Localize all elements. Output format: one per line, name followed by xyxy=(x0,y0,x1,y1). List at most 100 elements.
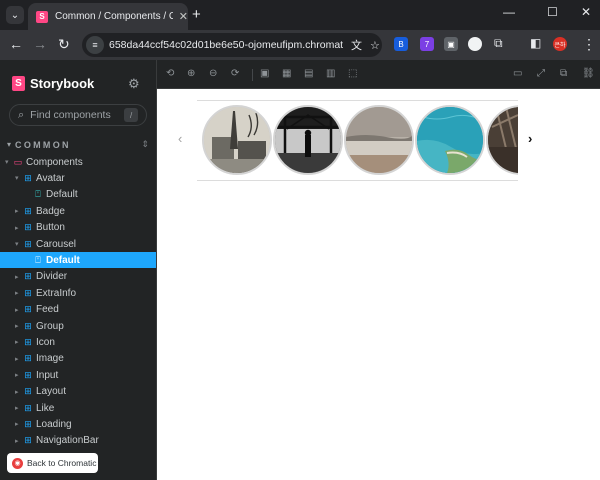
tree-component-item[interactable]: ▸ ⊞ Like xyxy=(0,400,156,416)
tree-item-label: Components xyxy=(26,156,83,168)
tree-item-label: NavigationBar xyxy=(36,435,99,447)
site-info-icon[interactable]: ≡ xyxy=(86,36,104,54)
story-bookmark-icon: ⍞ xyxy=(35,254,41,265)
tree-item-label: Carousel xyxy=(36,238,77,250)
close-window-button[interactable]: ✕ xyxy=(581,5,591,19)
search-box[interactable]: ⌕ / xyxy=(9,104,147,126)
open-new-tab-icon[interactable]: ⧉ xyxy=(560,68,567,79)
bookmark-star-icon[interactable]: ☆ xyxy=(370,39,380,52)
zoom-reset-icon[interactable]: ⟳ xyxy=(231,68,239,79)
carousel-slide-beach[interactable] xyxy=(344,105,414,175)
more-menu-icon[interactable]: ⋮ xyxy=(582,36,596,53)
chevron-right-icon: ▸ xyxy=(15,208,19,216)
carousel-next-arrow-icon[interactable]: › xyxy=(528,131,532,146)
outline-icon[interactable]: ⬚ xyxy=(348,68,357,79)
carousel-slide-partial[interactable] xyxy=(486,105,518,175)
tree-component-item[interactable]: ▸ ⊞ Loading xyxy=(0,416,156,432)
coastal-aerial-image xyxy=(417,107,483,173)
carousel-slide-paris[interactable] xyxy=(202,105,272,175)
maximize-button[interactable]: ☐ xyxy=(547,5,558,19)
search-shortcut-key: / xyxy=(124,108,139,122)
reload-story-icon[interactable]: ⟲ xyxy=(166,68,174,79)
tree-component-item[interactable]: ▾ ⊞ Carousel xyxy=(0,236,156,252)
addons-panel-icon[interactable]: ▭ xyxy=(513,68,522,79)
forward-arrow-icon[interactable]: → xyxy=(33,36,47,52)
tree-component-item[interactable]: ▸ ⊞ Group xyxy=(0,318,156,334)
search-input[interactable] xyxy=(30,109,117,121)
fullscreen-icon[interactable]: ⤢ xyxy=(537,68,545,79)
grid-icon[interactable]: ▦ xyxy=(282,68,291,79)
carousel-slide-station[interactable] xyxy=(273,105,343,175)
chevron-right-icon: ▸ xyxy=(15,339,19,347)
close-tab-icon[interactable]: ✕ xyxy=(179,10,188,23)
chevron-right-icon: ▸ xyxy=(15,224,19,232)
expand-all-icon[interactable]: ⇕ xyxy=(141,139,149,150)
settings-gear-icon[interactable]: ⚙ xyxy=(128,76,140,92)
bitwarden-extension-icon[interactable]: B xyxy=(394,37,408,51)
extension-icon[interactable]: ▣ xyxy=(444,37,458,51)
tree-component-item[interactable]: ▸ ⊞ Image xyxy=(0,351,156,367)
tree-item-label: Loading xyxy=(36,418,72,430)
tree-item-label: Group xyxy=(36,320,64,332)
tree-component-item[interactable]: ▸ ⊞ Input xyxy=(0,367,156,383)
storybook-sidebar: S Storybook ⚙ ⌕ / ▾ COMMON ⇕ ▾▭Component… xyxy=(0,60,157,480)
tree-story-item[interactable]: ⍞ Default xyxy=(0,252,156,269)
tree-group-item[interactable]: ▾ ▭ Components xyxy=(0,154,156,170)
tree-component-item[interactable]: ▸ ⊞ Badge xyxy=(0,203,156,219)
profile-avatar-icon[interactable]: 은하 xyxy=(553,37,567,51)
back-to-chromatic-button[interactable]: ◉ Back to Chromatic xyxy=(7,453,98,473)
zoom-out-icon[interactable]: ⊖ xyxy=(209,68,217,79)
tree-component-item[interactable]: ▸ ⊞ Button xyxy=(0,220,156,236)
tree-story-item[interactable]: ⍞ Default xyxy=(0,187,156,203)
back-arrow-icon[interactable]: ← xyxy=(9,36,23,52)
paris-street-image xyxy=(204,107,270,173)
tree-item-label: Image xyxy=(36,353,64,365)
side-panel-icon[interactable]: ◧ xyxy=(530,36,541,50)
tree-component-item[interactable]: ▸ ⊞ Icon xyxy=(0,334,156,350)
component-icon: ⊞ xyxy=(24,172,32,183)
address-bar[interactable]: ≡ 658da44ccf54c02d01be6e50-ojomeufipm.ch… xyxy=(82,33,382,57)
tree-component-item[interactable]: ▸ ⊞ ExtraInfo xyxy=(0,285,156,301)
chevron-right-icon: ▸ xyxy=(15,355,19,363)
background-icon[interactable]: ▣ xyxy=(260,68,269,79)
carousel[interactable] xyxy=(197,100,518,181)
extensions-puzzle-icon[interactable]: ⧉ xyxy=(494,36,503,51)
section-header-common[interactable]: ▾ COMMON ⇕ xyxy=(7,139,149,150)
chevron-right-icon: ▸ xyxy=(15,421,19,429)
tree-component-item[interactable]: ▸ ⊞ Feed xyxy=(0,302,156,318)
component-icon: ⊞ xyxy=(24,238,32,249)
tree-component-item[interactable]: ▸ ⊞ Layout xyxy=(0,384,156,400)
tree-component-item[interactable]: ▾ ⊞ Avatar xyxy=(0,170,156,186)
storybook-logo[interactable]: S Storybook xyxy=(12,76,94,91)
tree-component-item[interactable]: ▸ ⊞ Divider xyxy=(0,269,156,285)
storybook-favicon-icon: S xyxy=(36,10,48,23)
component-icon: ⊞ xyxy=(24,222,32,233)
toolbar-divider xyxy=(252,69,253,81)
extension-badge-icon[interactable]: 7 xyxy=(420,37,434,51)
zoom-in-icon[interactable]: ⊕ xyxy=(187,68,195,79)
station-silhouette-image xyxy=(275,107,341,173)
viewport-icon[interactable]: ▤ xyxy=(304,68,313,79)
carousel-slide-coast[interactable] xyxy=(415,105,485,175)
minimize-button[interactable]: — xyxy=(503,5,515,19)
component-icon: ⊞ xyxy=(24,435,32,446)
tab-search-button[interactable]: ⌄ xyxy=(6,6,24,24)
chevron-right-icon: ▸ xyxy=(15,437,19,445)
profile-extension-icon[interactable] xyxy=(468,37,482,51)
storybook-toolbar: ⟲ ⊕ ⊖ ⟳ ▣ ▦ ▤ ▥ ⬚ ▭ ⤢ ⧉ ⛓ xyxy=(157,60,600,89)
carousel-prev-arrow-icon[interactable]: ‹ xyxy=(178,131,182,146)
url-text[interactable]: 658da44ccf54c02d01be6e50-ojomeufipm.chro… xyxy=(109,39,343,51)
translate-icon[interactable]: 文 xyxy=(351,37,362,53)
tree-item-label: Icon xyxy=(36,336,55,348)
component-icon: ⊞ xyxy=(24,418,32,429)
tab-title: Common / Components / Carousel - Default xyxy=(54,11,173,22)
tree-item-label: Badge xyxy=(36,205,65,217)
tree-component-item[interactable]: ▸ ⊞ NavigationBar xyxy=(0,433,156,449)
chevron-right-icon: ▸ xyxy=(15,306,19,314)
new-tab-button[interactable]: + xyxy=(192,6,201,23)
browser-toolbar: ← → ↻ ≡ 658da44ccf54c02d01be6e50-ojomeuf… xyxy=(0,30,600,60)
reload-icon[interactable]: ↻ xyxy=(58,36,70,53)
copy-link-icon[interactable]: ⛓ xyxy=(582,68,595,79)
measure-icon[interactable]: ▥ xyxy=(326,68,335,79)
browser-tab[interactable]: S Common / Components / Carousel - Defau… xyxy=(28,3,188,30)
